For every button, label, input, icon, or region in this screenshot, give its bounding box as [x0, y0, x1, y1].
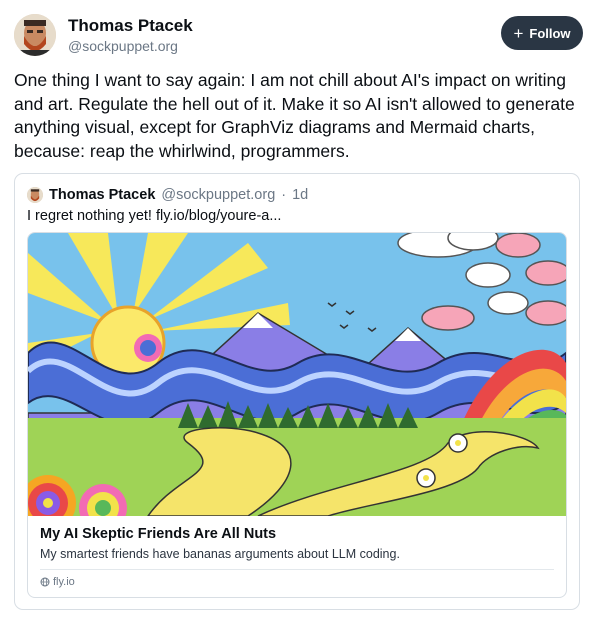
author-handle[interactable]: @sockpuppet.org	[68, 38, 178, 54]
quoted-author-avatar	[27, 187, 43, 203]
globe-icon	[40, 577, 50, 587]
link-description: My smartest friends have bananas argumen…	[40, 547, 400, 561]
link-title[interactable]: My AI Skeptic Friends Are All Nuts	[40, 526, 276, 542]
avatar-portrait	[14, 14, 56, 56]
follow-button[interactable]: + Follow	[501, 16, 583, 50]
divider	[40, 569, 554, 570]
post-header: Thomas Ptacek @sockpuppet.org + Follow	[14, 14, 583, 58]
quoted-post-time: 1d	[292, 187, 309, 203]
link-domain: fly.io	[53, 576, 75, 588]
mini-avatar-portrait	[27, 187, 43, 203]
quoted-post[interactable]: Thomas Ptacek @sockpuppet.org · 1d I reg…	[14, 173, 580, 610]
quoted-post-header: Thomas Ptacek @sockpuppet.org · 1d	[27, 186, 308, 204]
link-domain-row[interactable]: fly.io	[40, 576, 75, 588]
link-preview-card[interactable]: My AI Skeptic Friends Are All Nuts My sm…	[27, 232, 567, 598]
quoted-author-handle: @sockpuppet.org	[161, 187, 276, 203]
link-preview-image	[28, 233, 566, 516]
author-name[interactable]: Thomas Ptacek	[68, 16, 193, 36]
plus-icon: +	[513, 23, 524, 43]
quoted-author-name: Thomas Ptacek	[49, 187, 156, 203]
dot-separator: ·	[281, 187, 287, 203]
follow-label: Follow	[529, 25, 571, 41]
post-text: One thing I want to say again: I am not …	[14, 70, 575, 161]
author-avatar[interactable]	[14, 14, 56, 56]
quoted-post-text: I regret nothing yet! fly.io/blog/youre-…	[27, 208, 282, 224]
